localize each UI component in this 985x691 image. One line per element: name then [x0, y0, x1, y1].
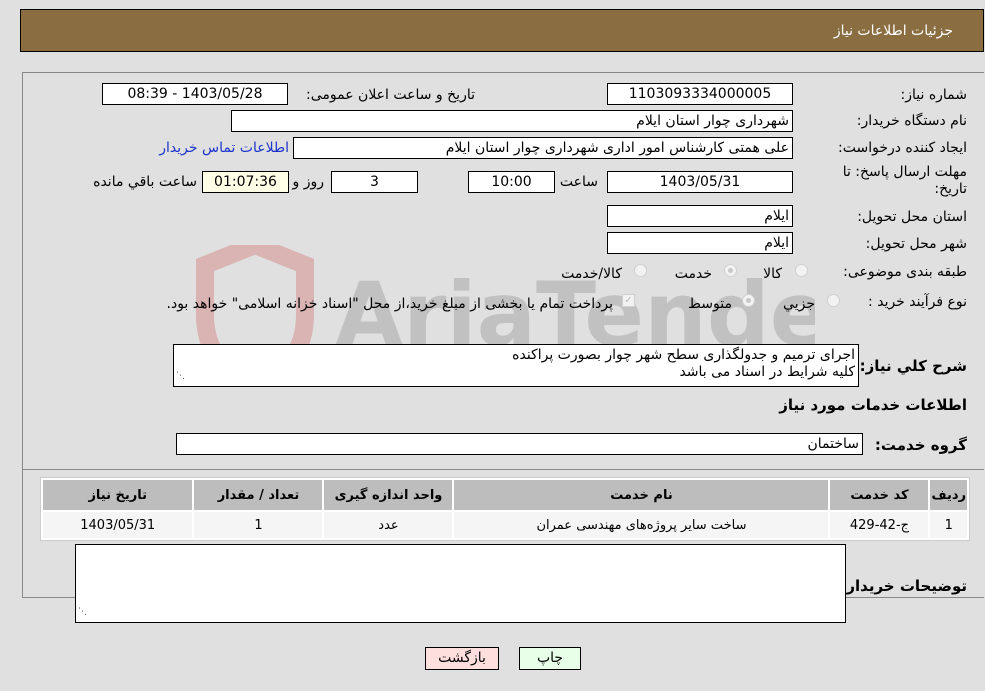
treasury-checkbox[interactable]: ✓: [622, 294, 635, 307]
col-header-unit: واحد اندازه گیری: [324, 480, 453, 510]
category-option-service: خدمت: [674, 266, 712, 282]
purchase-option-medium: متوسط: [688, 296, 732, 312]
purchase-radio-minor[interactable]: [827, 294, 840, 307]
category-label: طبقه بندی موضوعی:: [843, 264, 967, 280]
purchase-radio-medium[interactable]: [742, 294, 755, 307]
deadline-date-field[interactable]: 1403/05/31: [607, 171, 793, 193]
table-row: 1 ج-42-429 ساخت سایر پروژه‌های مهندسی عم…: [43, 512, 967, 538]
province-label: استان محل تحویل:: [857, 209, 967, 225]
category-radio-goods[interactable]: [795, 264, 808, 277]
deadline-label: مهلت ارسال پاسخ: تا تاریخ:: [842, 164, 967, 197]
creator-label: ایجاد کننده درخواست:: [838, 140, 967, 156]
cell-unit: عدد: [324, 512, 453, 538]
purchase-option-minor: جزیي: [783, 296, 815, 312]
days-label: روز و: [292, 174, 325, 190]
remaining-label: ساعت باقي مانده: [93, 174, 197, 190]
service-group-label: گروه خدمت:: [874, 436, 967, 454]
cell-row-number: 1: [930, 512, 967, 538]
resize-grip-icon[interactable]: ⋰: [176, 368, 185, 385]
days-field[interactable]: 3: [331, 171, 418, 193]
cell-need-date: 1403/05/31: [43, 512, 193, 538]
purchase-type-label: نوع فرآیند خرید :: [868, 294, 967, 310]
province-field[interactable]: ایلام: [607, 205, 793, 227]
remaining-time-field[interactable]: 01:07:36: [202, 171, 289, 193]
service-group-field[interactable]: ساختمان: [176, 433, 863, 455]
services-table: ردیف کد خدمت نام خدمت واحد اندازه گیری ت…: [40, 477, 970, 541]
buyer-notes-textarea[interactable]: ⋰: [75, 544, 846, 623]
back-button[interactable]: بازگشت: [425, 647, 499, 670]
col-header-quantity: تعداد / مقدار: [194, 480, 323, 510]
buyer-contact-link[interactable]: اطلاعات تماس خریدار: [159, 140, 289, 156]
description-textarea[interactable]: اجرای ترمیم و جدولگذاری سطح شهر چوار بصو…: [173, 344, 859, 387]
col-header-need-date: تاریخ نیاز: [43, 480, 193, 510]
deadline-time-label: ساعت: [559, 174, 598, 190]
col-header-service-name: نام خدمت: [454, 480, 829, 510]
need-number-label: شماره نیاز:: [900, 87, 968, 103]
description-line-2: کلیه شرایط در اسناد می باشد: [679, 364, 855, 380]
cell-quantity: 1: [194, 512, 323, 538]
city-label: شهر محل تحویل:: [865, 236, 967, 252]
creator-field[interactable]: علی همتی کارشناس امور اداری شهرداری چوار…: [293, 137, 793, 159]
col-header-row-number: ردیف: [930, 480, 967, 510]
cell-service-name: ساخت سایر پروژه‌های مهندسی عمران: [454, 512, 829, 538]
page-header: جزئیات اطلاعات نیاز: [20, 9, 984, 52]
category-radio-service[interactable]: [724, 264, 737, 277]
table-header-row: ردیف کد خدمت نام خدمت واحد اندازه گیری ت…: [43, 480, 967, 510]
city-field[interactable]: ایلام: [607, 232, 793, 254]
announce-label: تاریخ و ساعت اعلان عمومی:: [306, 87, 475, 103]
buyer-notes-label: توضیحات خریدار:: [840, 577, 967, 595]
announce-datetime-field[interactable]: 1403/05/28 - 08:39: [102, 83, 288, 105]
buyer-org-label: نام دستگاه خریدار:: [856, 113, 967, 129]
category-radio-goods-service[interactable]: [634, 264, 647, 277]
services-heading: اطلاعات خدمات مورد نیاز: [779, 396, 967, 414]
print-button[interactable]: چاپ: [519, 647, 581, 670]
description-line-1: اجرای ترمیم و جدولگذاری سطح شهر چوار بصو…: [512, 347, 855, 363]
category-option-goods: کالا: [763, 266, 782, 282]
need-number-field[interactable]: 1103093334000005: [607, 83, 793, 105]
description-label: شرح کلي نياز:: [859, 357, 967, 375]
deadline-time-field[interactable]: 10:00: [468, 171, 555, 193]
col-header-service-code: کد خدمت: [830, 480, 929, 510]
page-title: جزئیات اطلاعات نیاز: [833, 23, 953, 39]
buyer-org-field[interactable]: شهرداری چوار استان ایلام: [231, 110, 793, 132]
cell-service-code: ج-42-429: [830, 512, 929, 538]
treasury-note: پرداخت تمام یا بخشی از مبلغ خرید،از محل …: [166, 296, 613, 312]
resize-grip-icon[interactable]: ⋰: [78, 604, 87, 621]
category-option-goods-service: کالا/خدمت: [561, 266, 622, 282]
